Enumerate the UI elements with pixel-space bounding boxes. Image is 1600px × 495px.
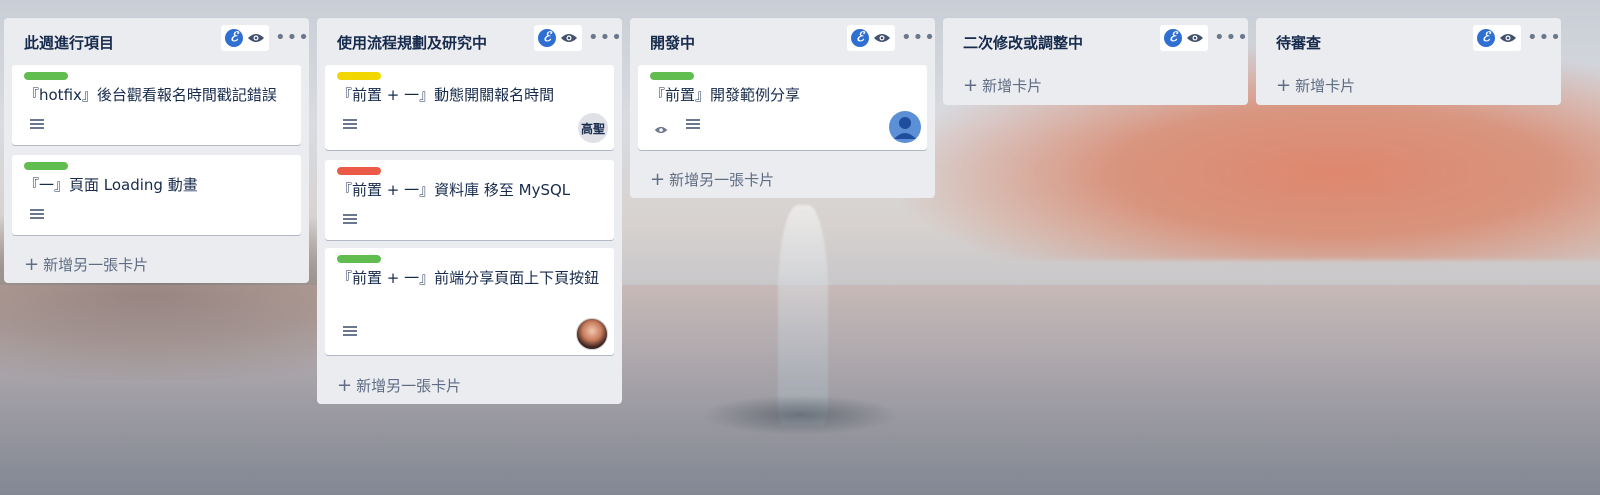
member-avatar[interactable]: 高聖 — [578, 113, 608, 143]
card[interactable]: 『前置』開發範例分享 — [638, 65, 927, 150]
add-card-button[interactable]: + 新增卡片 — [1276, 75, 1355, 96]
card-title: 『一』頁面 Loading 動畫 — [24, 176, 198, 194]
board: 此週進行項目 ℰ ••• 『hotfix』後台觀看報名時間戳記錯誤 『一』頁面 … — [4, 18, 1600, 495]
list-in-development: 開發中 ℰ ••• 『前置』開發範例分享 + 新增另一張卡片 — [630, 18, 935, 198]
e-icon[interactable]: ℰ — [225, 29, 243, 47]
list-badges: ℰ — [1160, 25, 1208, 51]
list-header[interactable]: 使用流程規劃及研究中 ℰ ••• — [317, 18, 622, 64]
add-card-label: 新增另一張卡片 — [356, 377, 462, 395]
add-card-label: 新增卡片 — [982, 77, 1043, 95]
eye-icon[interactable] — [247, 29, 265, 47]
list-title[interactable]: 開發中 — [650, 32, 695, 53]
add-card-button[interactable]: + 新增另一張卡片 — [650, 169, 774, 190]
list-badges: ℰ — [221, 25, 269, 51]
e-icon[interactable]: ℰ — [851, 29, 869, 47]
card-label-green[interactable] — [650, 72, 694, 80]
description-icon — [30, 209, 44, 221]
list-badges: ℰ — [534, 25, 582, 51]
card-label-green[interactable] — [24, 72, 68, 80]
more-icon[interactable]: ••• — [901, 28, 935, 48]
eye-icon[interactable] — [560, 29, 578, 47]
card[interactable]: 『hotfix』後台觀看報名時間戳記錯誤 — [12, 65, 301, 145]
card-title: 『前置 + 一』動態開關報名時間 — [337, 86, 555, 104]
plus-icon: + — [24, 254, 40, 275]
card[interactable]: 『前置 + 一』前端分享頁面上下頁按鈕 — [325, 248, 614, 355]
plus-icon: + — [1276, 75, 1292, 96]
add-card-label: 新增卡片 — [1295, 77, 1356, 95]
list-header[interactable]: 二次修改或調整中 ℰ ••• — [943, 18, 1248, 64]
description-icon — [686, 119, 700, 131]
add-card-label: 新增另一張卡片 — [43, 256, 149, 274]
card[interactable]: 『一』頁面 Loading 動畫 — [12, 155, 301, 235]
default-avatar[interactable] — [889, 111, 921, 143]
description-icon — [30, 119, 44, 131]
card-label-yellow[interactable] — [337, 72, 381, 80]
card[interactable]: 『前置 + 一』資料庫 移至 MySQL — [325, 160, 614, 240]
card-title: 『前置 + 一』前端分享頁面上下頁按鈕 — [337, 269, 600, 287]
list-review: 待審查 ℰ ••• + 新增卡片 — [1256, 18, 1561, 105]
list-this-week: 此週進行項目 ℰ ••• 『hotfix』後台觀看報名時間戳記錯誤 『一』頁面 … — [4, 18, 309, 283]
card-title: 『hotfix』後台觀看報名時間戳記錯誤 — [24, 86, 277, 104]
card-label-red[interactable] — [337, 167, 381, 175]
list-revision: 二次修改或調整中 ℰ ••• + 新增卡片 — [943, 18, 1248, 105]
eye-icon[interactable] — [1186, 29, 1204, 47]
card-label-green[interactable] — [337, 255, 381, 263]
list-title[interactable]: 二次修改或調整中 — [963, 32, 1083, 53]
e-icon[interactable]: ℰ — [538, 29, 556, 47]
list-header[interactable]: 開發中 ℰ ••• — [630, 18, 935, 64]
eye-icon[interactable] — [873, 29, 891, 47]
description-icon — [343, 326, 357, 338]
list-header[interactable]: 待審查 ℰ ••• — [1256, 18, 1561, 64]
card-title: 『前置』開發範例分享 — [650, 86, 801, 104]
plus-icon: + — [963, 75, 979, 96]
description-icon — [343, 214, 357, 226]
e-icon[interactable]: ℰ — [1477, 29, 1495, 47]
add-card-button[interactable]: + 新增另一張卡片 — [337, 375, 461, 396]
eye-icon — [654, 120, 670, 134]
list-header[interactable]: 此週進行項目 ℰ ••• — [4, 18, 309, 64]
more-icon[interactable]: ••• — [275, 28, 309, 48]
eye-icon[interactable] — [1499, 29, 1517, 47]
more-icon[interactable]: ••• — [1214, 28, 1248, 48]
more-icon[interactable]: ••• — [1527, 28, 1561, 48]
list-title[interactable]: 使用流程規劃及研究中 — [337, 32, 487, 53]
e-icon[interactable]: ℰ — [1164, 29, 1182, 47]
member-avatar-photo[interactable] — [576, 318, 608, 350]
list-badges: ℰ — [1473, 25, 1521, 51]
card[interactable]: 『前置 + 一』動態開關報名時間 高聖 — [325, 65, 614, 150]
list-title[interactable]: 待審查 — [1276, 32, 1321, 53]
add-card-button[interactable]: + 新增另一張卡片 — [24, 254, 148, 275]
plus-icon: + — [337, 375, 353, 396]
more-icon[interactable]: ••• — [588, 28, 622, 48]
description-icon — [343, 119, 357, 131]
plus-icon: + — [650, 169, 666, 190]
list-badges: ℰ — [847, 25, 895, 51]
card-title: 『前置 + 一』資料庫 移至 MySQL — [337, 181, 571, 199]
card-label-green[interactable] — [24, 162, 68, 170]
add-card-button[interactable]: + 新增卡片 — [963, 75, 1042, 96]
list-planning: 使用流程規劃及研究中 ℰ ••• 『前置 + 一』動態開關報名時間 高聖 『前置… — [317, 18, 622, 404]
list-title[interactable]: 此週進行項目 — [24, 32, 114, 53]
add-card-label: 新增另一張卡片 — [669, 171, 775, 189]
